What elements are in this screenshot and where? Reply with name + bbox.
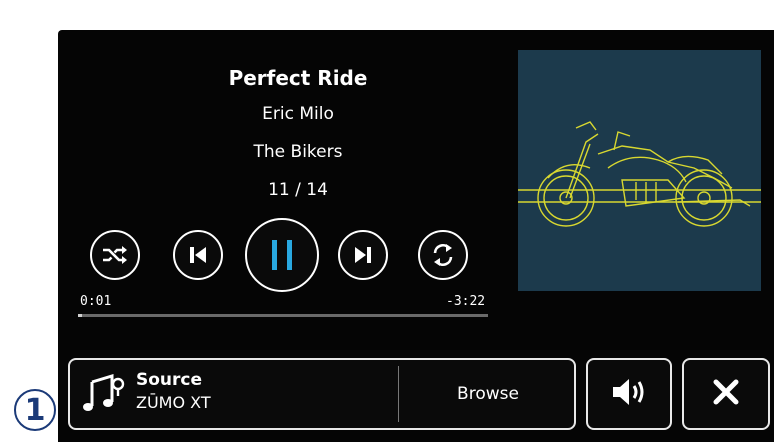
shuffle-icon: [100, 243, 130, 267]
source-label: Source: [136, 370, 203, 390]
browse-button[interactable]: Browse: [400, 360, 576, 428]
album-art: [518, 50, 761, 291]
track-title: Perfect Ride: [228, 66, 368, 90]
track-album: The Bikers: [253, 142, 343, 162]
divider: [398, 366, 399, 422]
music-note-icon: [82, 373, 126, 418]
media-player-screen: Perfect Ride Eric Milo The Bikers 11 / 1…: [58, 30, 774, 442]
remaining-time: -3:22: [446, 294, 486, 309]
shuffle-button[interactable]: [90, 230, 140, 280]
progress-fill: [78, 314, 83, 317]
skip-previous-icon: [186, 243, 210, 267]
source-button[interactable]: Source ZŪMO XT: [70, 360, 396, 428]
track-artist: Eric Milo: [262, 104, 334, 124]
previous-track-button[interactable]: [173, 230, 223, 280]
speaker-volume-icon: [609, 376, 649, 412]
source-browse-bar: Source ZŪMO XT Browse: [68, 358, 576, 430]
close-button[interactable]: [682, 358, 770, 430]
skip-next-icon: [351, 243, 375, 267]
track-number: 11 / 14: [268, 180, 328, 200]
volume-button[interactable]: [586, 358, 672, 430]
pause-icon: [267, 237, 297, 273]
callout-marker: 1: [14, 389, 56, 431]
repeat-icon: [429, 241, 457, 269]
motorcycle-icon: [518, 121, 761, 227]
source-value: ZŪMO XT: [136, 393, 211, 412]
elapsed-time: 0:01: [80, 294, 112, 309]
next-track-button[interactable]: [338, 230, 388, 280]
repeat-button[interactable]: [418, 230, 468, 280]
progress-bar[interactable]: [78, 314, 488, 317]
pause-button[interactable]: [245, 218, 319, 292]
close-icon: [711, 377, 741, 411]
